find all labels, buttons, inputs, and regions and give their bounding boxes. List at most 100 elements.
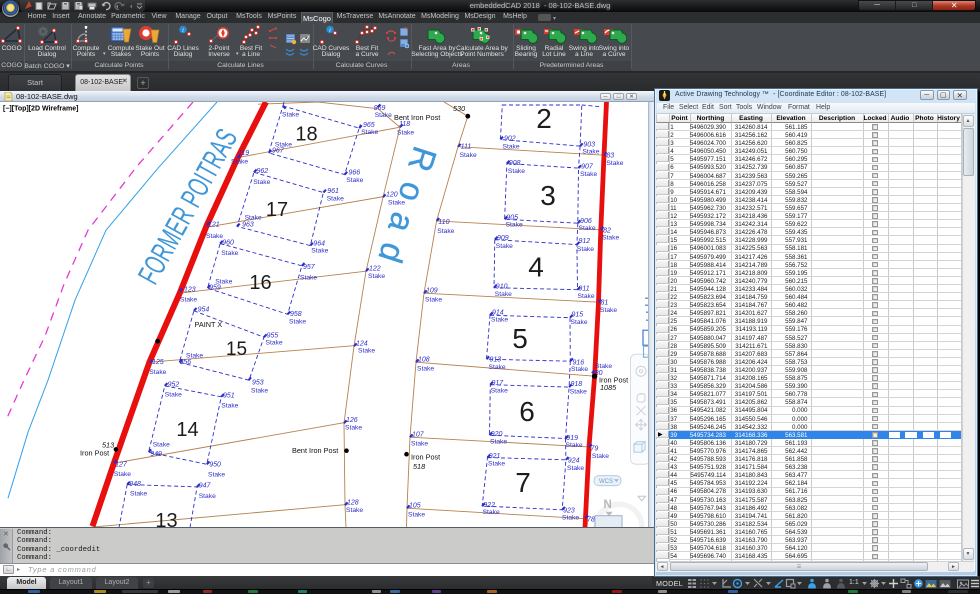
svg-text:Iron Post: Iron Post xyxy=(80,448,109,457)
svg-text:Stake: Stake xyxy=(571,319,588,326)
svg-text:923: 923 xyxy=(563,507,575,514)
svg-text:Stake: Stake xyxy=(408,511,425,518)
svg-text:Stake: Stake xyxy=(346,507,363,514)
svg-text:Stake: Stake xyxy=(186,352,203,359)
svg-text:83: 83 xyxy=(606,152,614,159)
svg-text:Stake: Stake xyxy=(180,296,197,303)
svg-text:110: 110 xyxy=(438,219,449,226)
svg-text:956: 956 xyxy=(180,359,192,366)
svg-text:966: 966 xyxy=(349,169,361,176)
svg-text:122: 122 xyxy=(369,265,381,272)
svg-text:950: 950 xyxy=(209,461,221,468)
svg-text:902: 902 xyxy=(504,135,516,142)
svg-text:Stake: Stake xyxy=(483,509,500,516)
svg-text:Stake: Stake xyxy=(114,471,131,478)
svg-text:Stake: Stake xyxy=(245,214,262,221)
svg-text:Stake: Stake xyxy=(571,366,588,373)
svg-text:121: 121 xyxy=(208,221,220,228)
svg-text:Stake: Stake xyxy=(496,243,513,250)
svg-text:Stake: Stake xyxy=(231,158,248,165)
svg-text:952: 952 xyxy=(168,381,180,388)
svg-text:912: 912 xyxy=(579,238,591,245)
svg-text:119: 119 xyxy=(238,150,249,157)
svg-text:Stake: Stake xyxy=(417,365,434,372)
svg-text:967: 967 xyxy=(272,147,285,154)
svg-text:958: 958 xyxy=(290,311,302,318)
svg-text:Stake: Stake xyxy=(595,363,612,370)
svg-text:Stake: Stake xyxy=(215,278,232,285)
svg-text:127: 127 xyxy=(115,461,128,468)
svg-text:Stake: Stake xyxy=(375,112,392,119)
svg-text:Stake: Stake xyxy=(567,465,584,472)
svg-text:123: 123 xyxy=(184,286,196,293)
svg-text:82: 82 xyxy=(603,227,611,234)
svg-text:Stake: Stake xyxy=(130,490,147,497)
svg-text:969: 969 xyxy=(374,105,386,112)
svg-text:924: 924 xyxy=(568,457,580,464)
svg-text:951: 951 xyxy=(223,392,235,399)
svg-text:903: 903 xyxy=(583,141,595,148)
svg-text:Stake: Stake xyxy=(600,307,617,314)
svg-text:Stake: Stake xyxy=(311,247,328,254)
svg-text:120: 120 xyxy=(386,191,398,198)
svg-text:Stake: Stake xyxy=(165,391,182,398)
svg-text:Stake: Stake xyxy=(490,438,507,445)
svg-text:[−][Top][2D Wireframe]: [−][Top][2D Wireframe] xyxy=(3,105,78,112)
svg-text:906: 906 xyxy=(580,218,592,225)
svg-text:79: 79 xyxy=(591,445,599,452)
svg-text:Stake: Stake xyxy=(460,152,477,159)
svg-text:Stake: Stake xyxy=(327,195,344,202)
svg-text:Stake: Stake xyxy=(253,179,270,186)
svg-text:962: 962 xyxy=(257,168,269,175)
svg-text:949: 949 xyxy=(150,451,162,458)
svg-text:Stake: Stake xyxy=(606,160,623,167)
svg-text:920: 920 xyxy=(491,431,503,438)
svg-text:Stake: Stake xyxy=(358,347,375,354)
svg-text:Stake: Stake xyxy=(508,168,525,175)
svg-text:963: 963 xyxy=(242,221,254,228)
svg-text:917: 917 xyxy=(492,380,505,387)
svg-text:947: 947 xyxy=(199,482,212,489)
svg-text:953: 953 xyxy=(252,379,264,386)
svg-text:Stake: Stake xyxy=(579,225,596,232)
svg-text:105: 105 xyxy=(409,502,421,509)
svg-text:Stake: Stake xyxy=(411,440,428,447)
svg-text:111: 111 xyxy=(461,143,472,150)
svg-text:124: 124 xyxy=(356,340,368,347)
svg-text:Stake: Stake xyxy=(578,293,595,300)
svg-text:107: 107 xyxy=(412,431,425,438)
svg-text:Stake: Stake xyxy=(289,318,306,325)
svg-text:Stake: Stake xyxy=(208,471,225,478)
svg-text:Stake: Stake xyxy=(503,143,520,150)
svg-text:Stake: Stake xyxy=(437,228,454,235)
svg-text:Stake: Stake xyxy=(562,514,579,521)
svg-text:914: 914 xyxy=(492,309,504,316)
svg-text:81: 81 xyxy=(601,299,609,306)
svg-text:957: 957 xyxy=(303,264,316,271)
svg-text:909: 909 xyxy=(497,235,509,242)
svg-text:Stake: Stake xyxy=(566,442,583,449)
svg-text:518: 518 xyxy=(413,462,426,471)
svg-text:Stake: Stake xyxy=(489,364,506,371)
svg-text:109: 109 xyxy=(426,287,438,294)
svg-text:918: 918 xyxy=(571,381,583,388)
svg-text:Stake: Stake xyxy=(602,234,619,241)
svg-text:955: 955 xyxy=(267,332,279,339)
svg-text:108: 108 xyxy=(418,356,430,363)
svg-text:Stake: Stake xyxy=(346,177,363,184)
svg-text:1085: 1085 xyxy=(600,383,617,392)
svg-text:919: 919 xyxy=(566,435,578,442)
svg-text:913: 913 xyxy=(490,356,502,363)
svg-text:Stake: Stake xyxy=(570,388,587,395)
svg-text:Stake: Stake xyxy=(577,246,594,253)
svg-text:118: 118 xyxy=(399,121,410,128)
svg-text:921: 921 xyxy=(489,453,501,460)
svg-text:Stake: Stake xyxy=(153,441,170,448)
svg-text:128: 128 xyxy=(347,499,359,506)
svg-text:WCS: WCS xyxy=(599,479,613,485)
svg-text:Stake: Stake xyxy=(425,296,442,303)
svg-text:Stake: Stake xyxy=(491,387,508,394)
svg-text:Stake: Stake xyxy=(266,339,283,346)
svg-text:Bent Iron Post: Bent Iron Post xyxy=(292,446,338,455)
svg-text:Stake: Stake xyxy=(397,129,414,136)
